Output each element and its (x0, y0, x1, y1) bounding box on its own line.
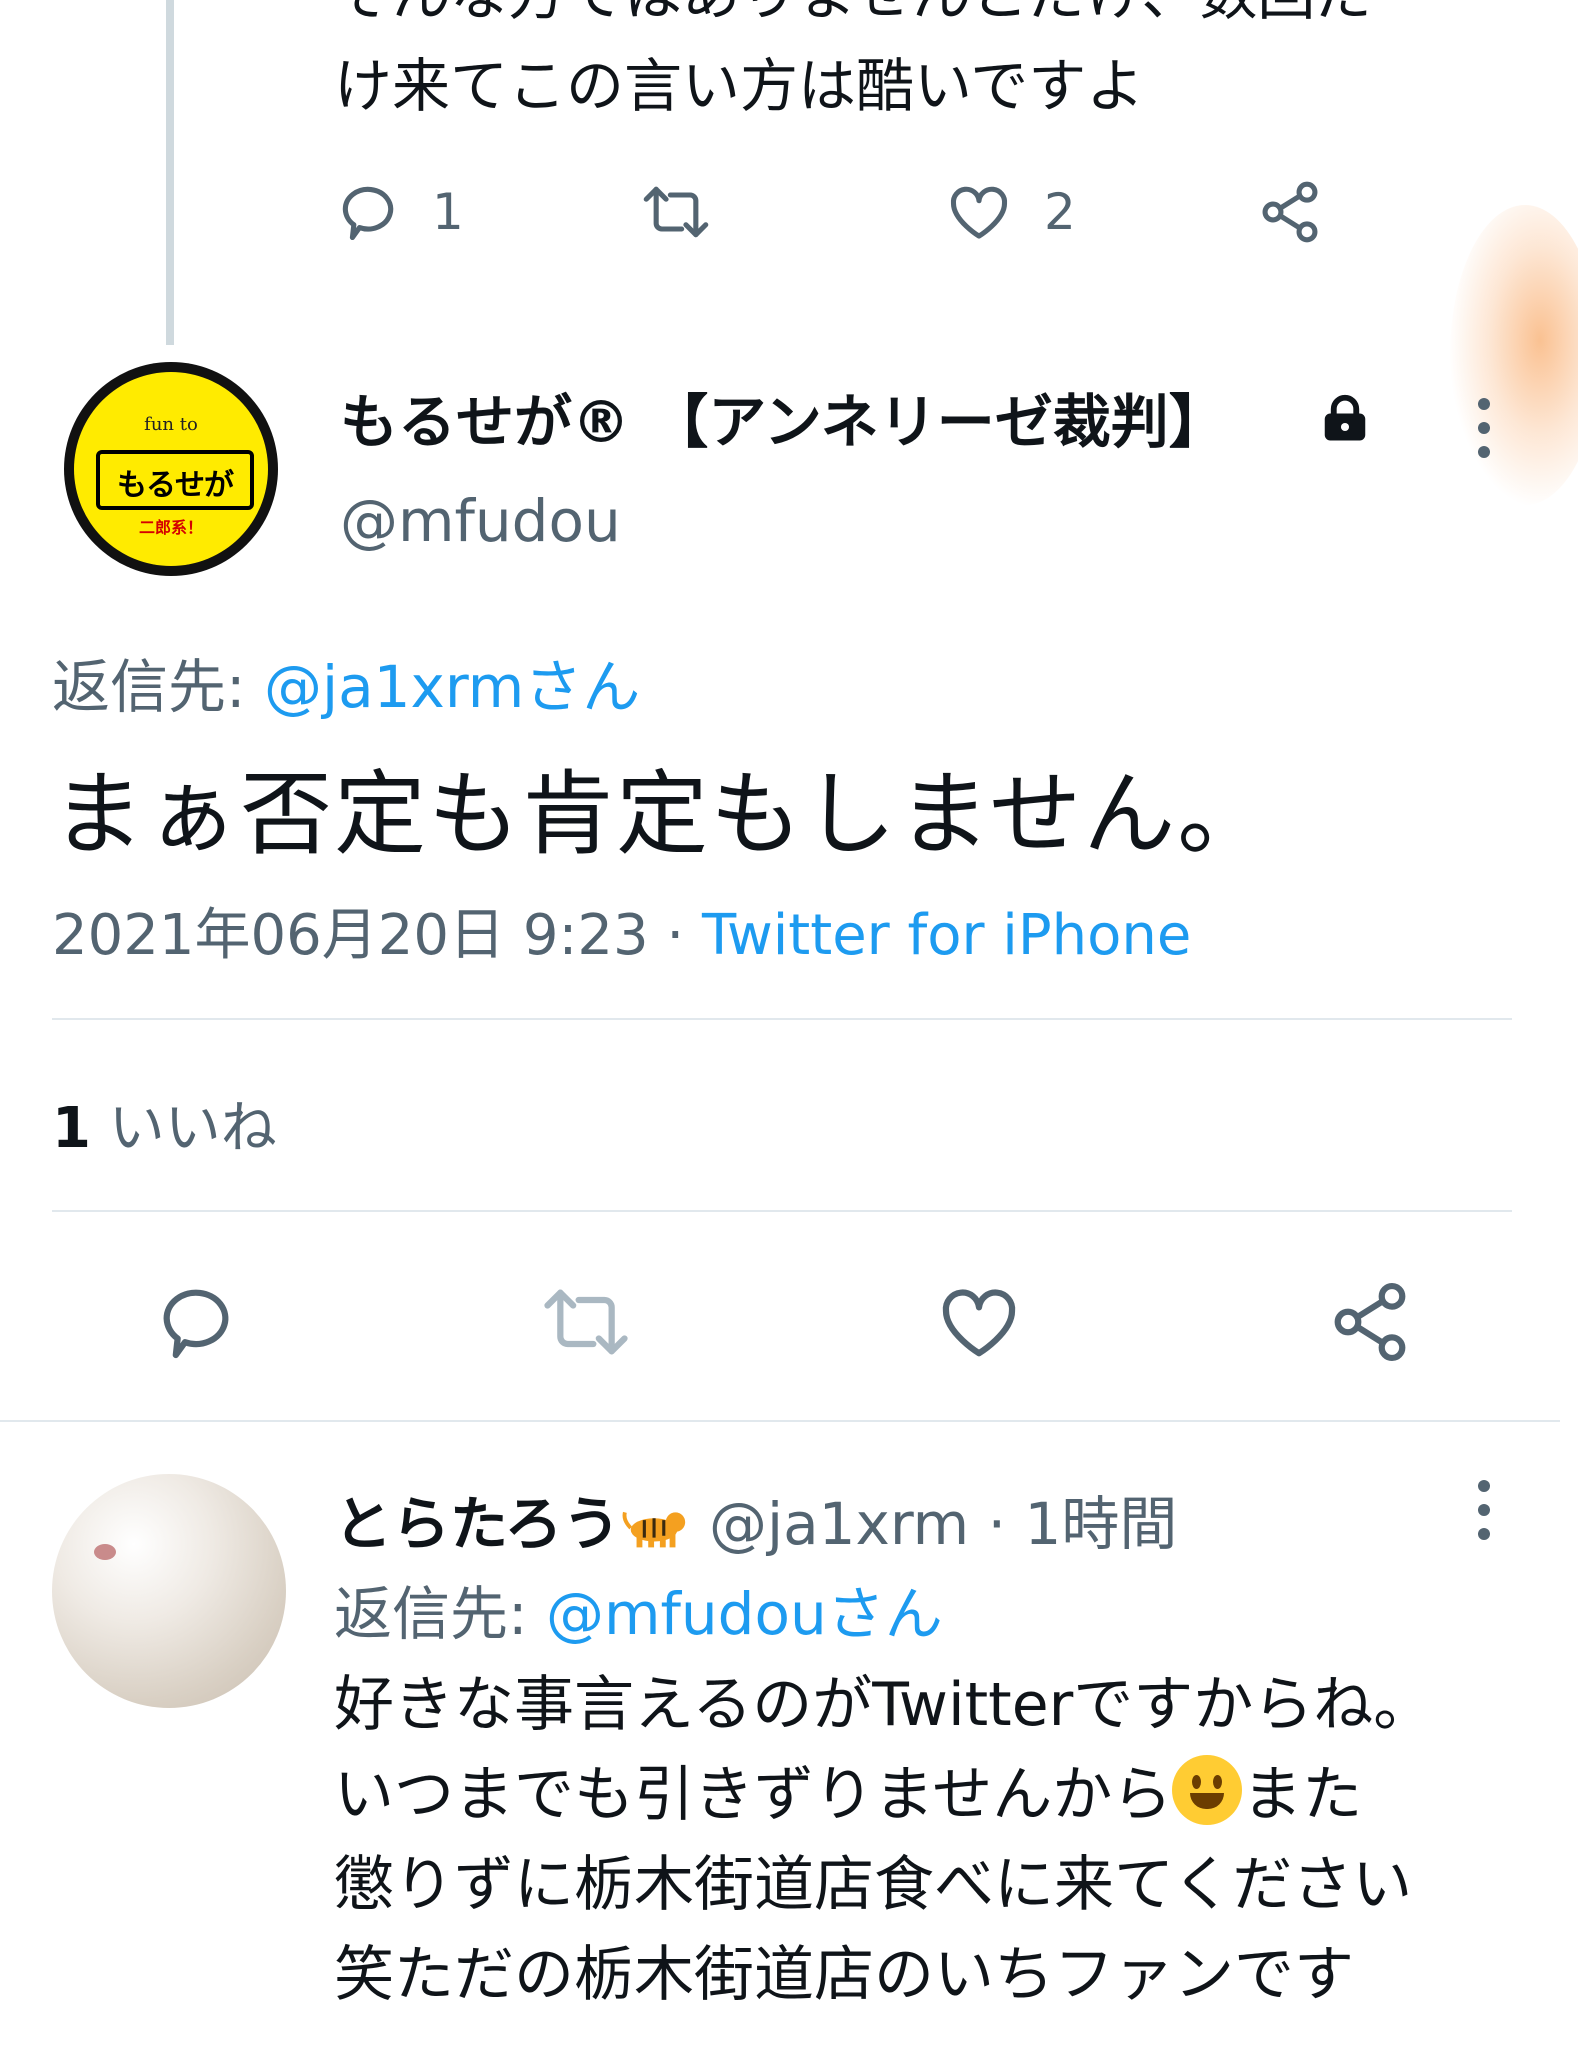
handle[interactable]: @mfudou (340, 487, 621, 555)
prev-reply-count: 1 (432, 183, 464, 241)
tweet-datetime[interactable]: 2021年06月20日 9:23 (52, 903, 649, 968)
likes-count: 1 (52, 1096, 91, 1161)
dot (1478, 422, 1490, 434)
reply-text-line: 好きな事言えるのがTwitterですからね。 (334, 1670, 1434, 1740)
dot (1478, 1504, 1490, 1516)
share-icon (1262, 181, 1318, 243)
avatar-box: もるせが (96, 450, 254, 510)
decorative-blob (1450, 205, 1578, 505)
prev-reply-button[interactable]: 1 (334, 178, 464, 246)
divider (52, 1018, 1512, 1020)
reply-display-name[interactable]: とらたろう (334, 1490, 621, 1558)
reply-icon (163, 1289, 229, 1359)
divider (52, 1210, 1512, 1212)
avatar-text-middle: もるせが (117, 468, 234, 503)
reply-to-link[interactable]: @ja1xrmさん (264, 653, 640, 721)
prev-like-button[interactable]: 2 (944, 178, 1076, 246)
reply-icon (342, 186, 394, 241)
like-button[interactable] (934, 1278, 1024, 1366)
tweet-meta: 2021年06月20日 9:23 · Twitter for iPhone (52, 890, 1191, 971)
tweet-source[interactable]: Twitter for iPhone (702, 903, 1191, 968)
reply-to-line: 返信先: @ja1xrmさん (52, 640, 640, 724)
share-icon (1334, 1282, 1406, 1362)
reply-to-label: 返信先: (52, 653, 264, 721)
prev-share-button[interactable] (1256, 178, 1324, 246)
section-divider (0, 1420, 1560, 1422)
avatar-text-top: fun to (144, 414, 198, 435)
reply-text: 好きな事言えるのがTwitterですからね。 いつまでも引きずりませんから また … (334, 1660, 1433, 2020)
tiger-emoji (622, 1511, 685, 1548)
reply-to-label: 返信先: (334, 1580, 546, 1648)
reply-avatar[interactable] (52, 1474, 286, 1708)
reply-reply-to-line: 返信先: @mfudouさん (334, 1567, 943, 1651)
reply-to-link[interactable]: @mfudouさん (546, 1580, 943, 1648)
reply-header: とらたろう @ja1xrm · 1時間 (334, 1477, 1177, 1561)
reply-text-segment: いつまでも引きずりませんから (334, 1760, 1173, 1830)
display-name[interactable]: もるせが® 【アンネリーゼ裁判】 (340, 375, 1227, 459)
retweet-icon (544, 1289, 628, 1355)
prev-retweet-button[interactable] (638, 178, 714, 246)
prev-tweet-line: そんな方ではありませんとだけ、数回だ (334, 0, 1514, 40)
more-icon[interactable] (1478, 1480, 1490, 1540)
tweet-text: まぁ否定も肯定もしません。 (52, 761, 1272, 868)
like-icon (950, 186, 1008, 239)
meta-separator: · (648, 903, 702, 968)
reply-text-line: 笑ただの栃木街道店のいちファンです (334, 1940, 1354, 2010)
dot (1478, 446, 1490, 458)
dot (1478, 398, 1490, 410)
dot (1478, 1480, 1490, 1492)
reply-button[interactable] (152, 1278, 240, 1366)
like-icon (942, 1289, 1016, 1357)
thread-line (166, 0, 174, 345)
prev-like-count: 2 (1044, 183, 1076, 241)
likes-label: いいね (90, 1096, 277, 1161)
more-icon[interactable] (1478, 398, 1490, 458)
smile-emoji (1172, 1755, 1243, 1825)
prev-tweet-line: け来てこの言い方は酷いですよ (334, 52, 1145, 120)
share-button[interactable] (1326, 1278, 1414, 1366)
avatar-text-bottom: 二郎系！ (138, 518, 203, 537)
reply-text-line: いつまでも引きずりませんから また (334, 1750, 1433, 1840)
lock-icon (1324, 394, 1366, 441)
likes-summary[interactable]: 1 いいね (52, 1083, 277, 1164)
reply-meta: @ja1xrm · 1時間 (690, 1490, 1178, 1558)
avatar-eye (94, 1544, 116, 1560)
reply-text-segment: また (1242, 1760, 1363, 1830)
retweet-icon (643, 186, 709, 238)
prev-tweet-text: そんな方ではありませんとだけ、数回だ け来てこの言い方は酷いですよ (334, 0, 1514, 132)
reply-text-line: 懲りずに栃木街道店食べに来てください (334, 1850, 1413, 1920)
dot (1478, 1528, 1490, 1540)
avatar[interactable]: fun to もるせが 二郎系！ (64, 362, 278, 576)
avatar-ring: fun to もるせが 二郎系！ (74, 372, 268, 566)
retweet-button[interactable] (538, 1278, 634, 1366)
